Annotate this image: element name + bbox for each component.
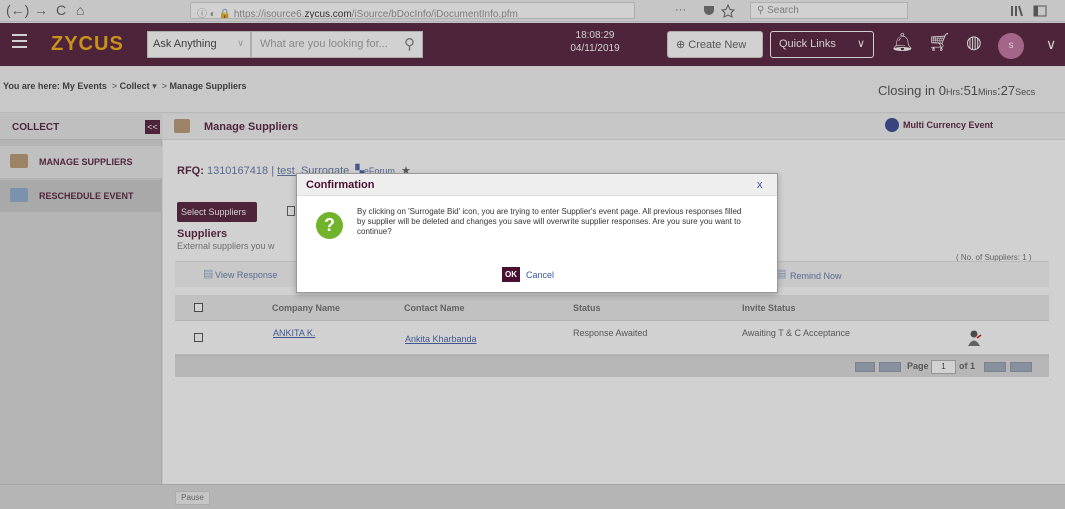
dialog-title: Confirmation — [306, 179, 375, 191]
ok-button[interactable]: OK — [502, 267, 520, 282]
confirmation-dialog: Confirmation x ? By clicking on 'Surroga… — [296, 173, 778, 293]
dialog-message: By clicking on 'Surrogate Bid' icon, you… — [357, 207, 742, 236]
cancel-button[interactable]: Cancel — [526, 270, 554, 280]
question-icon: ? — [316, 212, 343, 239]
close-icon[interactable]: x — [757, 179, 763, 191]
dialog-header: Confirmation x — [297, 174, 777, 196]
